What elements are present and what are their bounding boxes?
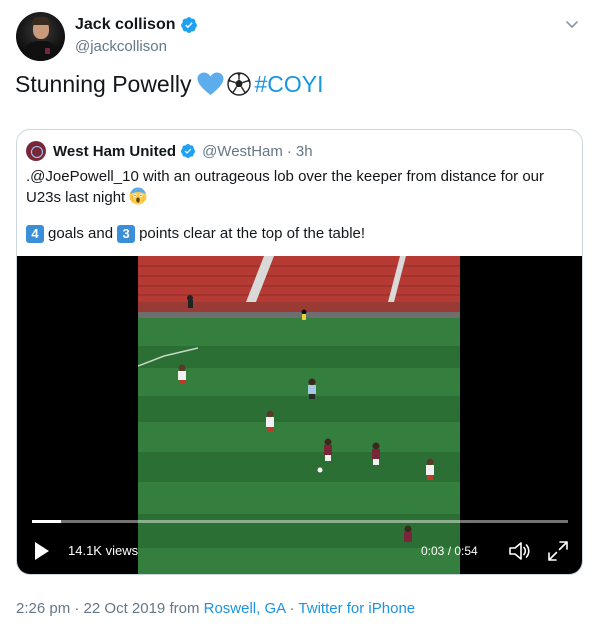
tweet-metadata: 2:26 pm · 22 Oct 2019 from Roswell, GA ·… (16, 599, 415, 619)
west-ham-crest-avatar[interactable] (26, 141, 46, 161)
quoted-text-points: points clear at the top of the table! (139, 225, 366, 242)
tweet-text: Stunning Powelly #COYI (15, 68, 323, 100)
quoted-text-line2: 4 goals and 3 points clear at the top of… (26, 223, 571, 244)
video-timecode: 0:03 / 0:54 (421, 544, 478, 558)
quoted-text-line1: .@JoePowell_10 with an outrageous lob ov… (26, 166, 571, 208)
expand-icon[interactable] (547, 540, 569, 562)
keycap-number-goals: 4 (26, 224, 44, 243)
video-progress-bar[interactable] (32, 520, 568, 523)
view-count: 14.1K views (68, 543, 139, 558)
video-frame[interactable] (138, 256, 460, 574)
quoted-tweet-header: West Ham United @WestHam · 3h (26, 139, 313, 163)
avatar[interactable] (16, 12, 65, 61)
author-names: Jack collison @jackcollison (75, 14, 198, 57)
volume-icon[interactable] (508, 540, 532, 562)
quoted-text-line1-text: .@JoePowell_10 with an outrageous lob ov… (26, 168, 545, 206)
video-player[interactable]: 14.1K views 0:03 / 0:54 (17, 256, 582, 574)
location-link[interactable]: Roswell, GA (204, 600, 286, 617)
video-progress-fill (32, 520, 62, 523)
metadata-separator: · (289, 600, 295, 617)
author-display-name[interactable]: Jack collison (75, 14, 198, 35)
tweet-time[interactable]: 2:26 pm (16, 600, 70, 617)
quoted-text-goals: goals and (48, 225, 114, 242)
chevron-down-icon[interactable] (564, 16, 580, 32)
quoted-handle[interactable]: @WestHam (202, 143, 283, 160)
verified-badge-icon (181, 144, 196, 158)
verified-badge-icon (180, 16, 197, 33)
blue-heart-emoji (197, 72, 224, 95)
quoted-display-name[interactable]: West Ham United (53, 143, 176, 160)
face-screaming-emoji (129, 187, 147, 205)
author-handle[interactable]: @jackcollison (75, 37, 198, 57)
quoted-separator: · (286, 142, 292, 160)
client-link[interactable]: Twitter for iPhone (298, 600, 415, 617)
quoted-tweet[interactable]: West Ham United @WestHam · 3h .@JoePowel… (16, 129, 583, 575)
avatar-hair (32, 17, 50, 25)
quoted-tweet-body: .@JoePowell_10 with an outrageous lob ov… (26, 166, 571, 244)
tweet-header: Jack collison @jackcollison (16, 12, 582, 64)
avatar-shirt (22, 41, 60, 61)
tweet-text-body: Stunning Powelly (15, 71, 192, 97)
keycap-number-points: 3 (117, 224, 136, 243)
metadata-separator: · (74, 600, 80, 617)
hashtag-link[interactable]: #COYI (254, 68, 323, 100)
quoted-time[interactable]: 3h (296, 143, 313, 160)
tweet-date[interactable]: 22 Oct 2019 (84, 600, 166, 617)
football-pitch-scene (138, 256, 460, 574)
soccer-ball-emoji (227, 72, 252, 96)
author-display-name-text[interactable]: Jack collison (75, 15, 176, 35)
from-label: from (169, 600, 200, 617)
play-icon[interactable] (34, 541, 50, 561)
avatar-badge (45, 48, 50, 54)
